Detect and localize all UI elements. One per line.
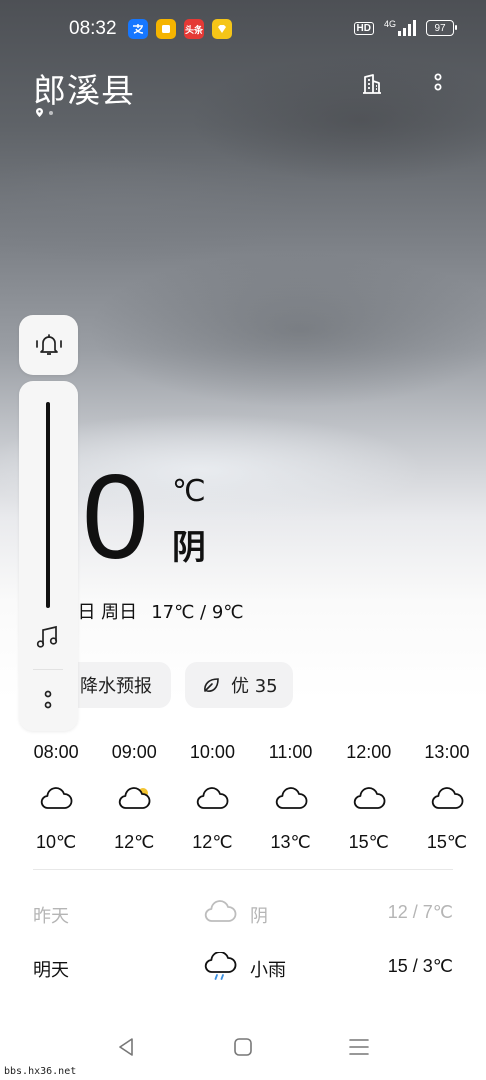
signal-icon: 4G [384, 20, 416, 36]
hourly-time: 13:00 [424, 742, 470, 762]
city-manage-button[interactable] [358, 70, 386, 98]
daily-day: 昨天 [33, 906, 69, 927]
volume-more-button[interactable] [43, 689, 53, 715]
network-label: 4G [383, 19, 396, 29]
hourly-item: 10:00 12℃ [173, 742, 251, 853]
cloud-icon [204, 900, 237, 922]
leaf-icon [204, 678, 219, 692]
ring-mode-button[interactable] [19, 315, 78, 375]
hourly-time: 12:00 [346, 742, 392, 762]
daily-row[interactable]: 昨天 阴 12 / 7℃ [33, 898, 453, 928]
date-line: 3日 周日 17℃ / 9℃ [66, 598, 243, 624]
daily-range: 12 / 7℃ [387, 902, 453, 922]
cloud-icon [353, 787, 386, 809]
status-right: HD 4G 97 [353, 20, 457, 36]
more-vertical-icon [44, 690, 52, 709]
page-dot [49, 110, 53, 115]
partly-cloudy-icon [119, 787, 151, 809]
bell-icon [35, 334, 62, 355]
hourly-item: 11:00 13℃ [252, 742, 330, 853]
buildings-icon [363, 74, 381, 94]
current-temperature: 0 [82, 450, 149, 584]
hourly-time: 09:00 [111, 742, 157, 762]
status-time: 08:32 [69, 18, 117, 39]
daily-condition: 阴 [250, 906, 268, 927]
city-name[interactable]: 郎溪县 [33, 64, 135, 112]
hourly-temp: 12℃ [114, 832, 155, 852]
hd-badge: HD [353, 21, 374, 35]
back-triangle-icon [119, 1038, 133, 1056]
hourly-item: 08:00 10℃ [17, 742, 95, 853]
daily-row[interactable]: 明天 小雨 15 / 3℃ [33, 952, 453, 982]
volume-slider[interactable] [46, 402, 50, 608]
rain-forecast-label: 降水预报 [80, 676, 152, 697]
hourly-time: 08:00 [33, 742, 79, 762]
toutiao-icon: 头条 [184, 19, 204, 39]
recents-button[interactable] [346, 1034, 372, 1060]
hourly-temp: 10℃ [35, 832, 77, 852]
alipay-icon [128, 19, 148, 39]
location-pin-icon [36, 108, 43, 117]
hourly-temp: 15℃ [348, 832, 389, 852]
hourly-item: 13:00 15℃ [408, 742, 486, 853]
daily-condition: 小雨 [250, 960, 286, 981]
more-vertical-icon [434, 73, 442, 91]
hourly-item: 12:00 15℃ [330, 742, 408, 853]
home-square-icon [234, 1038, 252, 1056]
page-indicator [36, 108, 53, 117]
daily-day: 明天 [33, 960, 69, 981]
menu-lines-icon [349, 1039, 369, 1055]
back-button[interactable] [113, 1034, 139, 1060]
hourly-temp: 12℃ [192, 832, 233, 852]
cloud-icon [431, 787, 464, 809]
volume-panel [19, 381, 78, 731]
hourly-item: 09:00 12℃ [95, 742, 173, 853]
hourly-forecast[interactable]: 08:00 10℃ 09:00 12℃ 10:00 12℃ 11:00 13℃ … [17, 742, 486, 853]
section-divider [33, 869, 453, 870]
home-button[interactable] [230, 1034, 256, 1060]
daily-range: 15 / 3℃ [387, 956, 453, 976]
air-quality-label: 优 35 [231, 676, 278, 697]
notes-app-icon [156, 19, 176, 39]
cloud-icon [197, 787, 229, 809]
battery-icon: 97 [426, 20, 457, 36]
hourly-temp: 15℃ [426, 832, 468, 852]
music-note-icon [36, 625, 58, 648]
today-range: 17℃ / 9℃ [151, 602, 244, 623]
cloud-icon [40, 787, 73, 809]
temperature-unit: ℃ [172, 474, 206, 509]
hourly-time: 11:00 [268, 742, 313, 762]
current-condition: 阴 [172, 528, 206, 568]
rain-cloud-icon [204, 952, 237, 980]
watermark: bbs.hx36.net [4, 1066, 77, 1077]
notification-icons: 头条 [128, 19, 232, 39]
coin-app-icon [212, 19, 232, 39]
air-quality-button[interactable]: 优 35 [185, 662, 293, 708]
volume-divider [33, 669, 63, 670]
status-bar: 08:32 头条 HD 4G 97 [0, 0, 486, 60]
media-volume-button[interactable] [35, 625, 61, 653]
hourly-temp: 13℃ [270, 832, 311, 852]
cloud-icon [275, 787, 307, 809]
more-menu-button[interactable] [424, 70, 452, 98]
toutiao-icon-label: 头条 [184, 25, 203, 36]
battery-level: 97 [434, 22, 446, 34]
hourly-time: 10:00 [189, 742, 235, 762]
